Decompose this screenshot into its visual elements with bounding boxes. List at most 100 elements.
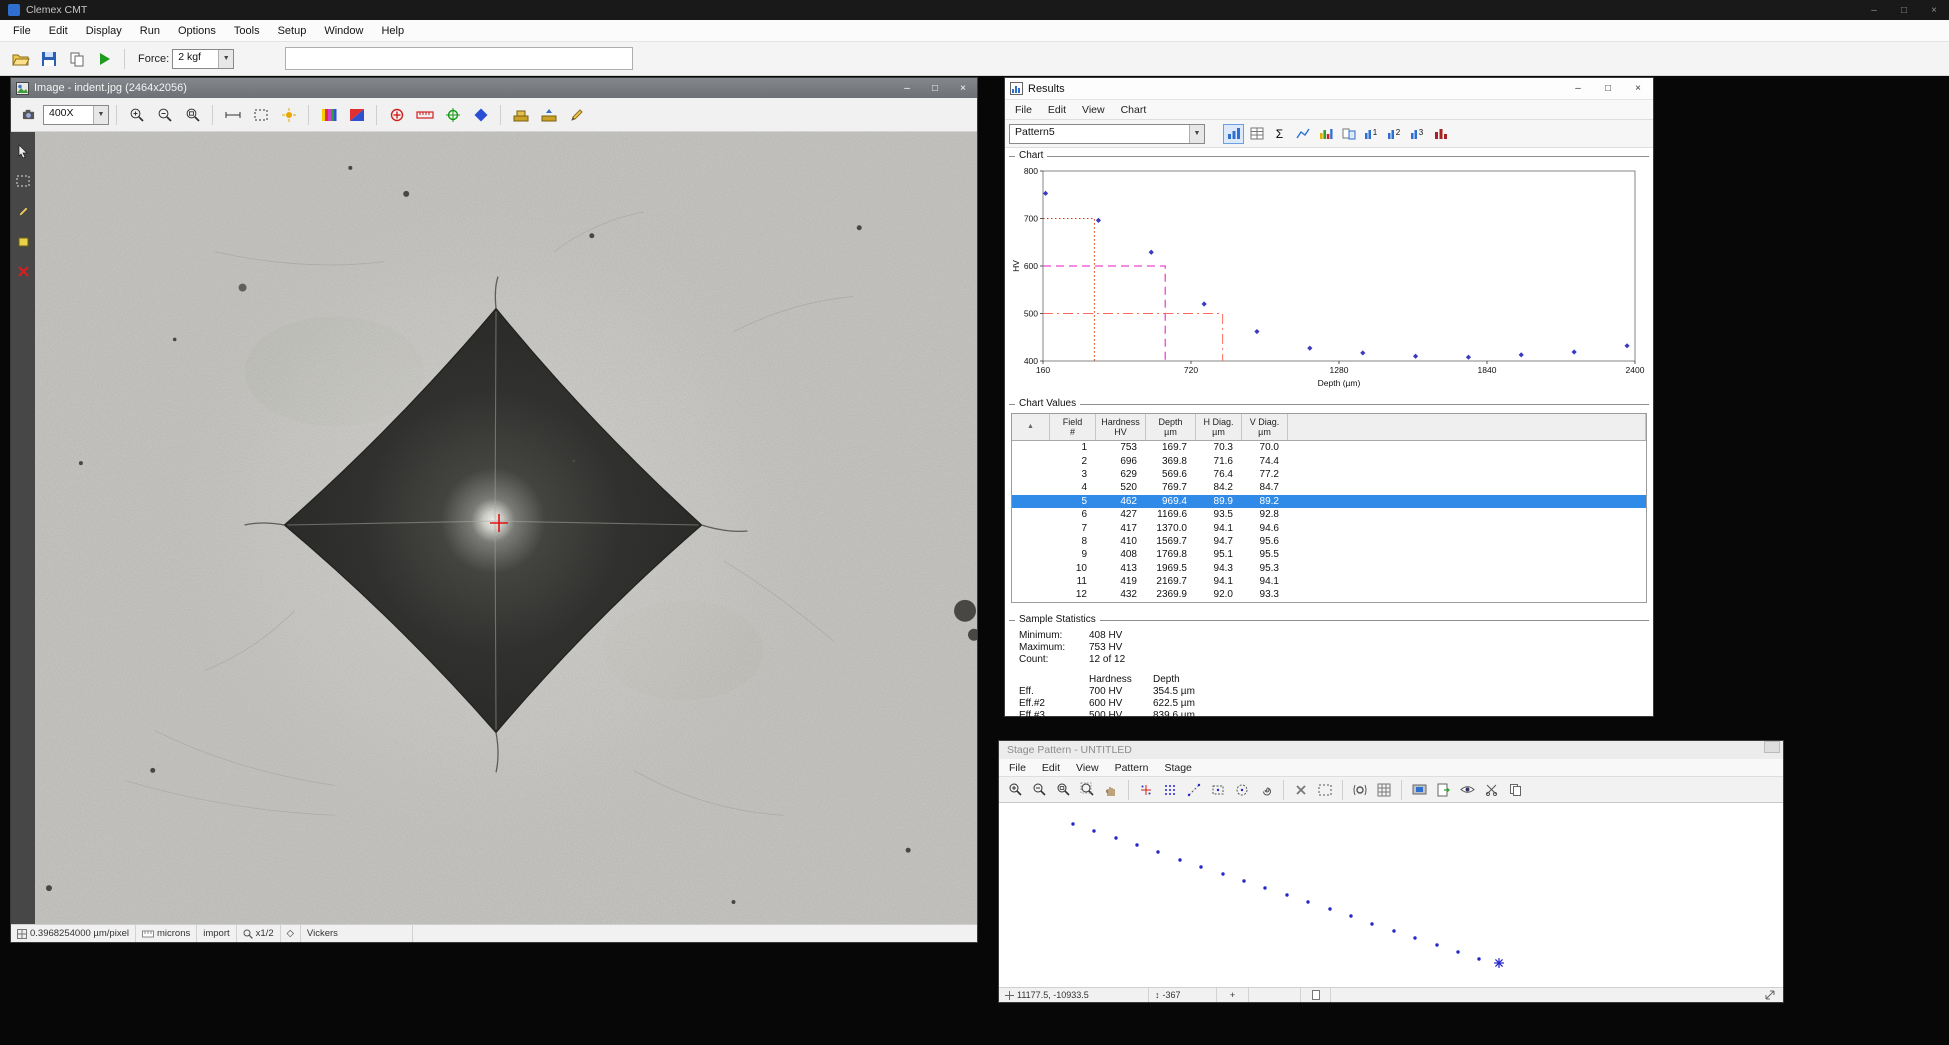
table-row[interactable]: 5462969.489.989.2 (1012, 495, 1646, 508)
magnification-select[interactable]: 400X ▼ (43, 105, 109, 125)
table-row[interactable]: 114192169.794.194.1 (1012, 575, 1646, 588)
bitonal-button[interactable] (344, 102, 369, 127)
image-close-button[interactable]: × (949, 78, 977, 98)
app-menu-run[interactable]: Run (131, 25, 169, 37)
draw-tool-button[interactable] (14, 202, 32, 220)
marker-tool-button[interactable] (14, 232, 32, 250)
stage-zoom-out-button[interactable] (1028, 780, 1050, 800)
column-header-hardness[interactable]: HardnessHV (1096, 414, 1146, 440)
sort-header-cell[interactable]: ▲ (1012, 414, 1050, 440)
app-menu-setup[interactable]: Setup (269, 25, 316, 37)
annotate-button[interactable] (564, 102, 589, 127)
app-menu-edit[interactable]: Edit (40, 25, 77, 37)
ruler-button[interactable] (412, 102, 437, 127)
stage-menu-view[interactable]: View (1068, 762, 1107, 774)
matrix-button[interactable] (1373, 780, 1395, 800)
app-menu-options[interactable]: Options (169, 25, 225, 37)
app-menu-tools[interactable]: Tools (225, 25, 269, 37)
column-header-vdiag[interactable]: V Diag.µm (1242, 414, 1288, 440)
table-row[interactable]: 104131969.594.395.3 (1012, 562, 1646, 575)
chart-histogram-button[interactable] (1223, 124, 1244, 144)
indent-diamond-button[interactable] (468, 102, 493, 127)
table-row[interactable]: 84101569.794.795.6 (1012, 535, 1646, 548)
add-point-button[interactable] (1135, 780, 1157, 800)
ring-light-button[interactable] (1349, 780, 1371, 800)
chart-window1-button[interactable]: 1 (1361, 124, 1382, 144)
cut-button[interactable] (1480, 780, 1502, 800)
table-row[interactable]: 94081769.895.195.5 (1012, 548, 1646, 561)
stage-menu-file[interactable]: File (1001, 762, 1034, 774)
spiral-pattern-button[interactable] (1255, 780, 1277, 800)
stage-zoom-in-button[interactable] (1004, 780, 1026, 800)
delete-tool-button[interactable] (14, 262, 32, 280)
results-menu-chart[interactable]: Chart (1113, 104, 1155, 116)
pointer-tool-button[interactable] (14, 142, 32, 160)
app-menu-window[interactable]: Window (315, 25, 372, 37)
chart-window3-button[interactable]: 3 (1407, 124, 1428, 144)
results-maximize-button[interactable]: □ (1593, 78, 1623, 99)
app-maximize-button[interactable]: □ (1889, 0, 1919, 20)
app-menu-help[interactable]: Help (372, 25, 413, 37)
line-pattern-button[interactable] (1183, 780, 1205, 800)
column-header-depth[interactable]: Depthµm (1146, 414, 1196, 440)
app-menu-display[interactable]: Display (77, 25, 131, 37)
chart-overlay-button[interactable] (1338, 124, 1359, 144)
app-close-button[interactable]: × (1919, 0, 1949, 20)
select-region-button[interactable] (248, 102, 273, 127)
layers-button[interactable] (1456, 780, 1478, 800)
select-tool-button[interactable] (14, 172, 32, 190)
zoom-out-button[interactable] (152, 102, 177, 127)
chart-window2-button[interactable]: 2 (1384, 124, 1405, 144)
table-row[interactable]: 2696369.871.674.4 (1012, 454, 1646, 467)
run-button[interactable] (92, 46, 117, 71)
chart-curve-button[interactable] (1292, 124, 1313, 144)
results-menu-edit[interactable]: Edit (1040, 104, 1074, 116)
stage-zoom-fit-button[interactable] (1076, 780, 1098, 800)
brightness-button[interactable] (276, 102, 301, 127)
stage-zoom-window-button[interactable] (1052, 780, 1074, 800)
grid-pattern-button[interactable] (1159, 780, 1181, 800)
column-header-hdiag[interactable]: H Diag.µm (1196, 414, 1242, 440)
circle-pattern-button[interactable] (1231, 780, 1253, 800)
stage-menu-edit[interactable]: Edit (1034, 762, 1068, 774)
chart-table-button[interactable] (1246, 124, 1267, 144)
zoom-in-button[interactable] (124, 102, 149, 127)
stage-move-button[interactable] (536, 102, 561, 127)
export-report-button[interactable] (1432, 780, 1454, 800)
table-row[interactable]: 3629569.676.477.2 (1012, 468, 1646, 481)
force-select[interactable]: 2 kgf ▼ (172, 49, 234, 69)
duplicate-button[interactable] (1504, 780, 1526, 800)
stage-menu-stage[interactable]: Stage (1156, 762, 1199, 774)
results-menu-file[interactable]: File (1007, 104, 1040, 116)
chart-colorbars-button[interactable] (1315, 124, 1336, 144)
save-button[interactable] (36, 46, 61, 71)
zoom-fit-button[interactable] (180, 102, 205, 127)
table-row[interactable]: 124322369.992.093.3 (1012, 588, 1646, 601)
chart-sum-button[interactable]: Σ (1269, 124, 1290, 144)
palette-button[interactable] (316, 102, 341, 127)
command-input[interactable] (285, 47, 633, 70)
results-close-button[interactable]: × (1623, 78, 1653, 99)
add-indent-button[interactable] (384, 102, 409, 127)
app-menu-file[interactable]: File (4, 25, 40, 37)
stage-close-button[interactable] (1764, 741, 1780, 753)
stage-pan-button[interactable] (1100, 780, 1122, 800)
results-menu-view[interactable]: View (1074, 104, 1113, 116)
image-maximize-button[interactable]: □ (921, 78, 949, 98)
open-file-button[interactable] (8, 46, 33, 71)
select-points-button[interactable] (1314, 780, 1336, 800)
image-minimize-button[interactable]: – (893, 78, 921, 98)
results-minimize-button[interactable]: – (1563, 78, 1593, 99)
delete-point-button[interactable] (1290, 780, 1312, 800)
table-row[interactable]: 4520769.784.284.7 (1012, 481, 1646, 494)
stage-calibrate-button[interactable] (508, 102, 533, 127)
table-row[interactable]: 1753169.770.370.0 (1012, 441, 1646, 454)
target-button[interactable] (440, 102, 465, 127)
stage-canvas[interactable] (999, 803, 1783, 987)
column-header-field[interactable]: Field# (1050, 414, 1096, 440)
stage-chip-button[interactable] (1408, 780, 1430, 800)
rect-pattern-button[interactable] (1207, 780, 1229, 800)
measure-line-button[interactable] (220, 102, 245, 127)
app-minimize-button[interactable]: – (1859, 0, 1889, 20)
micrograph-canvas[interactable] (35, 132, 977, 924)
